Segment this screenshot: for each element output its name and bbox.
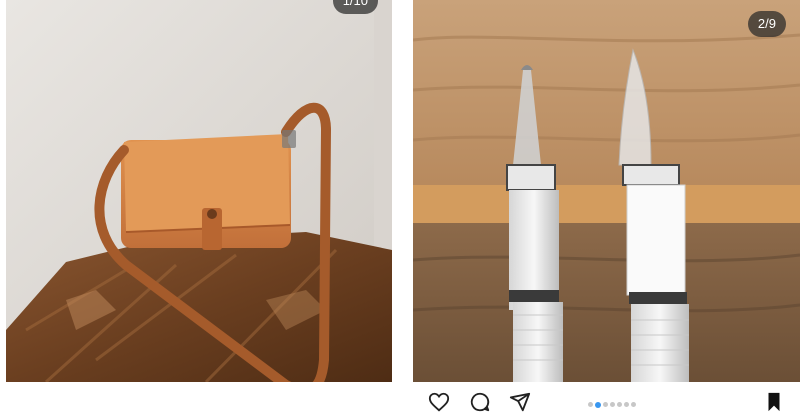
carousel-dot bbox=[610, 402, 615, 407]
carousel-dot bbox=[588, 402, 593, 407]
bag-photo-illustration bbox=[6, 0, 392, 382]
carousel-dot bbox=[631, 402, 636, 407]
carousel-dot bbox=[624, 402, 629, 407]
bookmark-icon[interactable] bbox=[763, 391, 785, 412]
comment-icon[interactable] bbox=[469, 391, 491, 412]
image-counter: 1/10 bbox=[332, 0, 378, 14]
post-footer-strip bbox=[0, 382, 400, 412]
post-left: 1/10 bbox=[0, 0, 400, 412]
pens-photo-illustration bbox=[413, 0, 800, 382]
heart-icon[interactable] bbox=[428, 391, 450, 412]
post-right: 2/9 bbox=[400, 0, 800, 412]
post-image-bag[interactable] bbox=[6, 0, 392, 382]
carousel-dot-active bbox=[595, 401, 601, 408]
carousel-dot bbox=[603, 402, 608, 407]
image-counter: 2/9 bbox=[747, 11, 786, 37]
carousel-dot bbox=[617, 402, 622, 407]
post-actions-bar bbox=[400, 385, 800, 412]
post-image-pens[interactable] bbox=[413, 0, 800, 382]
send-icon[interactable] bbox=[509, 391, 531, 412]
